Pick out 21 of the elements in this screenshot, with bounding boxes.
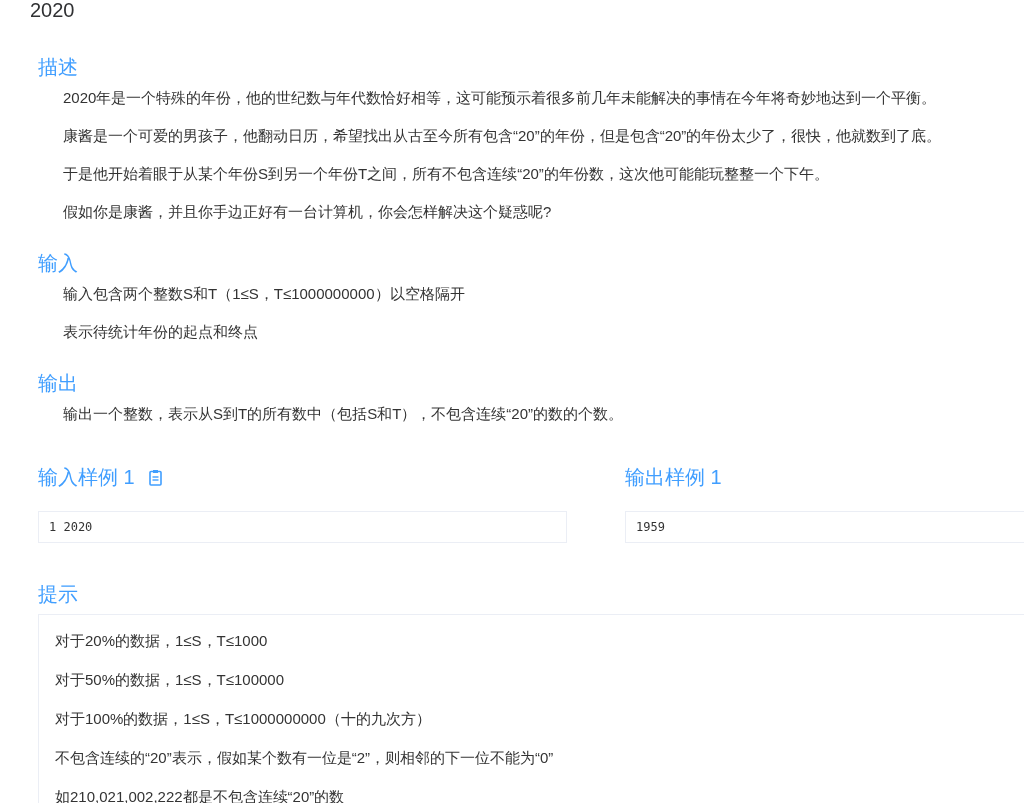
- sample-code-block: 1959: [625, 511, 1024, 543]
- hint-line: 对于20%的数据，1≤S，T≤1000: [55, 631, 269, 651]
- paragraph: 于是他开始着眼于从某个年份S到另一个年份T之间，所有不包含连续“20”的年份数，这次他可能能玩整整一个下午。: [63, 164, 830, 184]
- hint-line: 对于50%的数据，1≤S，T≤100000: [55, 670, 286, 690]
- paragraph: 输入包含两个整数S和T（1≤S，T≤1000000000）以空格隔开: [63, 284, 466, 304]
- sample-code-block: 1 2020: [38, 511, 567, 543]
- paragraph: 康酱是一个可爱的男孩子，他翻动日历，希望找出从古至今所有包含“20”的年份，但是包含“20”的年份太少了，很快，他就数到了底。: [63, 126, 943, 146]
- section-heading: 提示: [38, 582, 79, 607]
- paragraph: 输出一个整数，表示从S到T的所有数中（包括S和T），不包含连续“20”的数的个数。: [63, 404, 624, 424]
- section-heading: 描述: [38, 55, 79, 80]
- section-heading: 输入: [38, 251, 79, 276]
- paragraph: 假如你是康酱，并且你手边正好有一台计算机，你会怎样解决这个疑惑呢?: [63, 202, 553, 222]
- clipboard-icon[interactable]: [148, 468, 162, 486]
- sample-heading: 输入样例 1: [38, 465, 135, 490]
- paragraph: 表示待统计年份的起点和终点: [63, 322, 259, 342]
- sample-heading: 输出样例 1: [625, 465, 722, 490]
- paragraph: 2020年是一个特殊的年份，他的世纪数与年代数恰好相等，这可能预示着很多前几年未能解决的事情在今年将奇妙地达到一个平衡。: [63, 88, 938, 108]
- hint-line: 对于100%的数据，1≤S，T≤1000000000（十的九次方）: [55, 709, 432, 729]
- hint-line: 不包含连续的“20”表示，假如某个数有一位是“2”，则相邻的下一位不能为“0”: [55, 748, 555, 768]
- section-heading: 输出: [38, 371, 79, 396]
- problem-title: 2020: [30, 0, 76, 20]
